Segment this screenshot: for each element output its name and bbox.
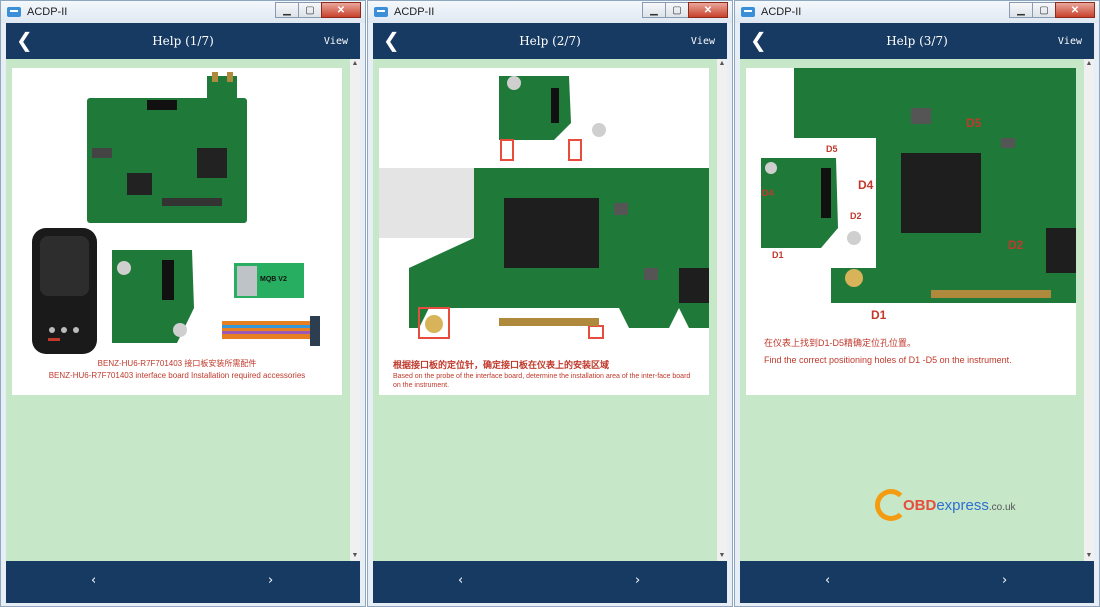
- next-page-icon[interactable]: ›: [635, 573, 640, 588]
- page-title: Help (2/7): [519, 34, 581, 48]
- caption-cn: BENZ-HU6-R7F701403 接口板安装所需配件: [97, 359, 257, 368]
- app-icon: [7, 7, 21, 17]
- window-controls: ▁ ▢ ✕: [1009, 2, 1095, 18]
- title-bar[interactable]: ACDP-II ▁ ▢ ✕: [1, 1, 365, 23]
- scroll-up-arrow-icon[interactable]: ▲: [350, 59, 360, 69]
- hole-label-d1: D1: [871, 308, 887, 322]
- window-title: ACDP-II: [394, 6, 435, 18]
- app-header: ❮ Help (3/7) View: [740, 23, 1094, 59]
- brand-prefix: OBD: [903, 496, 937, 514]
- help-image-card: 根据接口板的定位针，确定接口板在仪表上的安装区域 Based on the pr…: [379, 68, 709, 395]
- hole-label-d4: D4: [858, 178, 874, 192]
- window-title: ACDP-II: [27, 6, 68, 18]
- help-window-2: ACDP-II ▁ ▢ ✕ ❮ Help (2/7) View 根据接口板的定位…: [367, 0, 733, 607]
- close-icon[interactable]: ✕: [688, 2, 728, 18]
- app-footer: ‹ ›: [373, 561, 727, 603]
- app-header: ❮ Help (1/7) View: [6, 23, 360, 59]
- app-icon: [374, 7, 388, 17]
- caption-cn: 根据接口板的定位针，确定接口板在仪表上的安装区域: [393, 360, 610, 370]
- minimize-icon[interactable]: ▁: [642, 2, 666, 18]
- window-title: ACDP-II: [761, 6, 802, 18]
- title-bar[interactable]: ACDP-II ▁ ▢ ✕: [735, 1, 1099, 23]
- close-icon[interactable]: ✕: [321, 2, 361, 18]
- view-button[interactable]: View: [691, 36, 715, 47]
- desktop: ACDP-II ▁ ▢ ✕ ❮ Help (1/7) View MQB V2 B…: [0, 0, 1100, 607]
- positioning-holes-photo: [761, 68, 1076, 303]
- view-button[interactable]: View: [1058, 36, 1082, 47]
- help-content[interactable]: MQB V2 BENZ-HU6-R7F701403 接口板安装所需配件 BENZ…: [6, 59, 360, 561]
- board-label-d5: D5: [826, 144, 838, 154]
- window-controls: ▁ ▢ ✕: [642, 2, 728, 18]
- app-icon: [741, 7, 755, 17]
- help-image-card: MQB V2 BENZ-HU6-R7F701403 接口板安装所需配件 BENZ…: [12, 68, 342, 395]
- app-footer: ‹ ›: [740, 561, 1094, 603]
- watermark-logo: OBDexpress.co.uk: [875, 489, 1016, 521]
- app-footer: ‹ ›: [6, 561, 360, 603]
- view-button[interactable]: View: [324, 36, 348, 47]
- help-window-3: ACDP-II ▁ ▢ ✕ ❮ Help (3/7) View D5 D4 D2…: [734, 0, 1100, 607]
- board-label-d4: D4: [762, 188, 774, 198]
- title-bar[interactable]: ACDP-II ▁ ▢ ✕: [368, 1, 732, 23]
- prev-page-icon[interactable]: ‹: [825, 573, 830, 588]
- board-label-d2: D2: [850, 211, 862, 221]
- prev-page-icon[interactable]: ‹: [91, 573, 96, 588]
- minimize-icon[interactable]: ▁: [1009, 2, 1033, 18]
- page-title: Help (1/7): [152, 34, 214, 48]
- brand-rest: express: [936, 496, 989, 514]
- accessories-photo: [32, 72, 320, 354]
- scrollbar[interactable]: ▲ ▼: [350, 59, 360, 561]
- scroll-down-arrow-icon[interactable]: ▼: [717, 551, 727, 561]
- minimize-icon[interactable]: ▁: [275, 2, 299, 18]
- scroll-down-arrow-icon[interactable]: ▼: [350, 551, 360, 561]
- scroll-up-arrow-icon[interactable]: ▲: [1084, 59, 1094, 69]
- window-controls: ▁ ▢ ✕: [275, 2, 361, 18]
- scroll-down-arrow-icon[interactable]: ▼: [1084, 551, 1094, 561]
- help-window-1: ACDP-II ▁ ▢ ✕ ❮ Help (1/7) View MQB V2 B…: [0, 0, 366, 607]
- board-label-d1: D1: [772, 250, 784, 260]
- app-header: ❮ Help (2/7) View: [373, 23, 727, 59]
- scroll-up-arrow-icon[interactable]: ▲: [717, 59, 727, 69]
- caption-cn: 在仪表上找到D1-D5精确定位孔位置。: [764, 338, 917, 348]
- hole-label-d2: D2: [1008, 238, 1024, 252]
- maximize-icon[interactable]: ▢: [298, 2, 322, 18]
- instrument-board-photo: [379, 76, 709, 339]
- page-title: Help (3/7): [886, 34, 948, 48]
- next-page-icon[interactable]: ›: [268, 573, 273, 588]
- scrollbar[interactable]: ▲ ▼: [717, 59, 727, 561]
- help-content[interactable]: 根据接口板的定位针，确定接口板在仪表上的安装区域 Based on the pr…: [373, 59, 727, 561]
- scrollbar[interactable]: ▲ ▼: [1084, 59, 1094, 561]
- caption-en: Find the correct positioning holes of D1…: [764, 355, 1012, 365]
- caption-en: Based on the probe of the interface boar…: [393, 373, 691, 389]
- brand-tld: .co.uk: [988, 501, 1016, 513]
- prev-page-icon[interactable]: ‹: [458, 573, 463, 588]
- hole-label-d5: D5: [966, 116, 982, 130]
- maximize-icon[interactable]: ▢: [665, 2, 689, 18]
- maximize-icon[interactable]: ▢: [1032, 2, 1056, 18]
- help-content[interactable]: D5 D4 D2 D1 D5 D4 D2 D1 在仪表上找到D1-D5精确定位孔…: [740, 59, 1094, 561]
- next-page-icon[interactable]: ›: [1002, 573, 1007, 588]
- board-label: MQB V2: [260, 276, 287, 283]
- close-icon[interactable]: ✕: [1055, 2, 1095, 18]
- caption-en: BENZ-HU6-R7F701403 interface board Insta…: [48, 371, 306, 380]
- help-image-card: D5 D4 D2 D1 D5 D4 D2 D1 在仪表上找到D1-D5精确定位孔…: [746, 68, 1076, 395]
